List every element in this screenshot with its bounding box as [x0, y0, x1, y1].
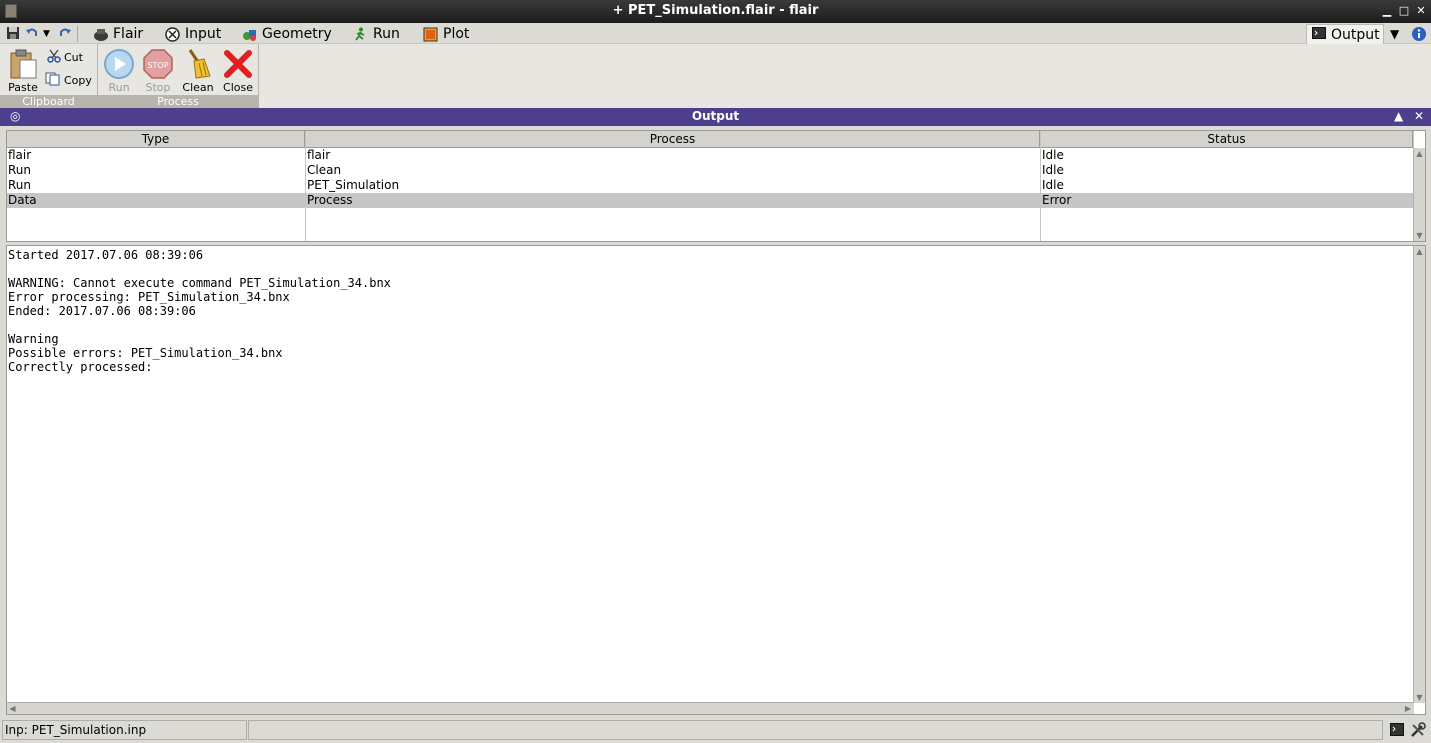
status-column: Status Idle Idle Idle Error: [1041, 131, 1414, 241]
table-cell-type-selected[interactable]: Data: [7, 193, 305, 208]
stop-sign-icon: STOP: [142, 48, 174, 80]
table-cell-process-selected[interactable]: Process: [306, 193, 1040, 208]
copy-button[interactable]: Copy: [45, 71, 92, 89]
run-icon: [353, 27, 368, 42]
cut-button[interactable]: Cut: [47, 48, 83, 66]
log-horizontal-scrollbar[interactable]: ◀ ▶: [7, 702, 1414, 714]
tab-output[interactable]: Output: [1306, 24, 1384, 44]
scroll-left-arrow-icon[interactable]: ◀: [7, 703, 19, 714]
close-icon: [222, 48, 254, 80]
minimize-button[interactable]: ▁: [1380, 3, 1394, 19]
table-cell-process[interactable]: PET_Simulation: [306, 178, 1040, 193]
panel-close-button[interactable]: ✕: [1414, 109, 1424, 123]
table-cell-type[interactable]: flair: [7, 148, 305, 163]
close-window-button[interactable]: ✕: [1414, 3, 1428, 19]
title-bar: + PET_Simulation.flair - flair ▁ □ ✕: [0, 0, 1431, 23]
geometry-icon: [242, 27, 257, 42]
process-column-header[interactable]: Process: [306, 131, 1040, 148]
output-panel-header: ◎ Output ▲ ✕: [0, 108, 1431, 126]
process-table: Type flair Run Run Data Process flair Cl…: [6, 130, 1426, 242]
svg-text:STOP: STOP: [147, 61, 168, 70]
scissors-icon: [47, 49, 61, 66]
paste-icon: [7, 48, 39, 80]
terminal-icon: [1312, 26, 1326, 43]
separator: [77, 26, 78, 42]
tab-run[interactable]: Run: [353, 24, 400, 44]
table-cell-type[interactable]: Run: [7, 178, 305, 193]
panel-collapse-button[interactable]: ▲: [1394, 109, 1403, 123]
status-column-header[interactable]: Status: [1041, 131, 1413, 148]
log-text: Started 2017.07.06 08:39:06 WARNING: Can…: [8, 248, 391, 374]
tab-plot[interactable]: Plot: [423, 24, 469, 44]
tab-geometry[interactable]: Geometry: [242, 24, 332, 44]
table-cell-process[interactable]: flair: [306, 148, 1040, 163]
input-icon: [165, 26, 180, 42]
table-cell-status[interactable]: Idle: [1041, 163, 1413, 178]
tools-icon[interactable]: [1410, 722, 1426, 741]
close-button[interactable]: Close: [218, 46, 258, 94]
table-cell-status[interactable]: Idle: [1041, 148, 1413, 163]
output-panel-title: Output: [691, 109, 740, 123]
maximize-button[interactable]: □: [1397, 3, 1411, 19]
tabs-dropdown-button[interactable]: ▼: [1390, 26, 1399, 42]
scroll-up-arrow-icon[interactable]: ▲: [1414, 246, 1425, 257]
table-vertical-scrollbar[interactable]: ▲ ▼: [1413, 148, 1425, 241]
run-button[interactable]: Run: [99, 46, 139, 94]
clipboard-group: Paste Cut Copy Clipboard: [0, 44, 98, 108]
clean-button[interactable]: Clean: [178, 46, 218, 94]
status-input-file: Inp: PET_Simulation.inp: [2, 720, 247, 740]
play-icon: [103, 48, 135, 80]
status-message: [248, 720, 1383, 740]
clipboard-group-label: Clipboard: [0, 95, 97, 108]
terminal-icon[interactable]: [1390, 723, 1404, 739]
redo-icon[interactable]: [58, 26, 72, 42]
process-column: Process flair Clean PET_Simulation Proce…: [306, 131, 1041, 241]
stop-button[interactable]: STOP Stop: [138, 46, 178, 94]
process-group-label: Process: [98, 95, 258, 108]
table-cell-process[interactable]: Clean: [306, 163, 1040, 178]
tab-input[interactable]: Input: [165, 24, 221, 44]
scroll-down-arrow-icon[interactable]: ▼: [1414, 692, 1425, 703]
process-group: Run STOP Stop Clean Close Process: [98, 44, 259, 108]
plot-icon: [423, 27, 438, 42]
save-icon[interactable]: [6, 26, 20, 42]
type-column: Type flair Run Run Data: [7, 131, 306, 241]
log-vertical-scrollbar[interactable]: ▲ ▼: [1413, 246, 1425, 703]
output-log[interactable]: Started 2017.07.06 08:39:06 WARNING: Can…: [6, 245, 1426, 715]
paste-button[interactable]: Paste: [3, 46, 43, 94]
type-column-header[interactable]: Type: [7, 131, 305, 148]
status-bar: Inp: PET_Simulation.inp: [0, 718, 1431, 743]
info-icon[interactable]: [1411, 26, 1427, 42]
undo-dropdown-icon[interactable]: ▼: [43, 26, 50, 42]
ribbon: Paste Cut Copy Clipboard Run STOP Stop C…: [0, 44, 1431, 108]
undo-icon[interactable]: [25, 26, 39, 42]
scroll-up-arrow-icon[interactable]: ▲: [1414, 148, 1425, 159]
table-cell-status[interactable]: Idle: [1041, 178, 1413, 193]
menu-bar: ▼ Flair Input Geometry Run Plot Output ▼: [0, 23, 1431, 44]
copy-icon: [45, 72, 61, 89]
tab-flair[interactable]: Flair: [93, 24, 143, 44]
window-title: + PET_Simulation.flair - flair: [612, 3, 819, 18]
flair-icon: [93, 27, 108, 42]
scroll-down-arrow-icon[interactable]: ▼: [1414, 230, 1425, 241]
broom-icon: [182, 48, 214, 80]
table-cell-type[interactable]: Run: [7, 163, 305, 178]
table-cell-status-selected[interactable]: Error: [1041, 193, 1413, 208]
scroll-right-arrow-icon[interactable]: ▶: [1402, 703, 1414, 714]
